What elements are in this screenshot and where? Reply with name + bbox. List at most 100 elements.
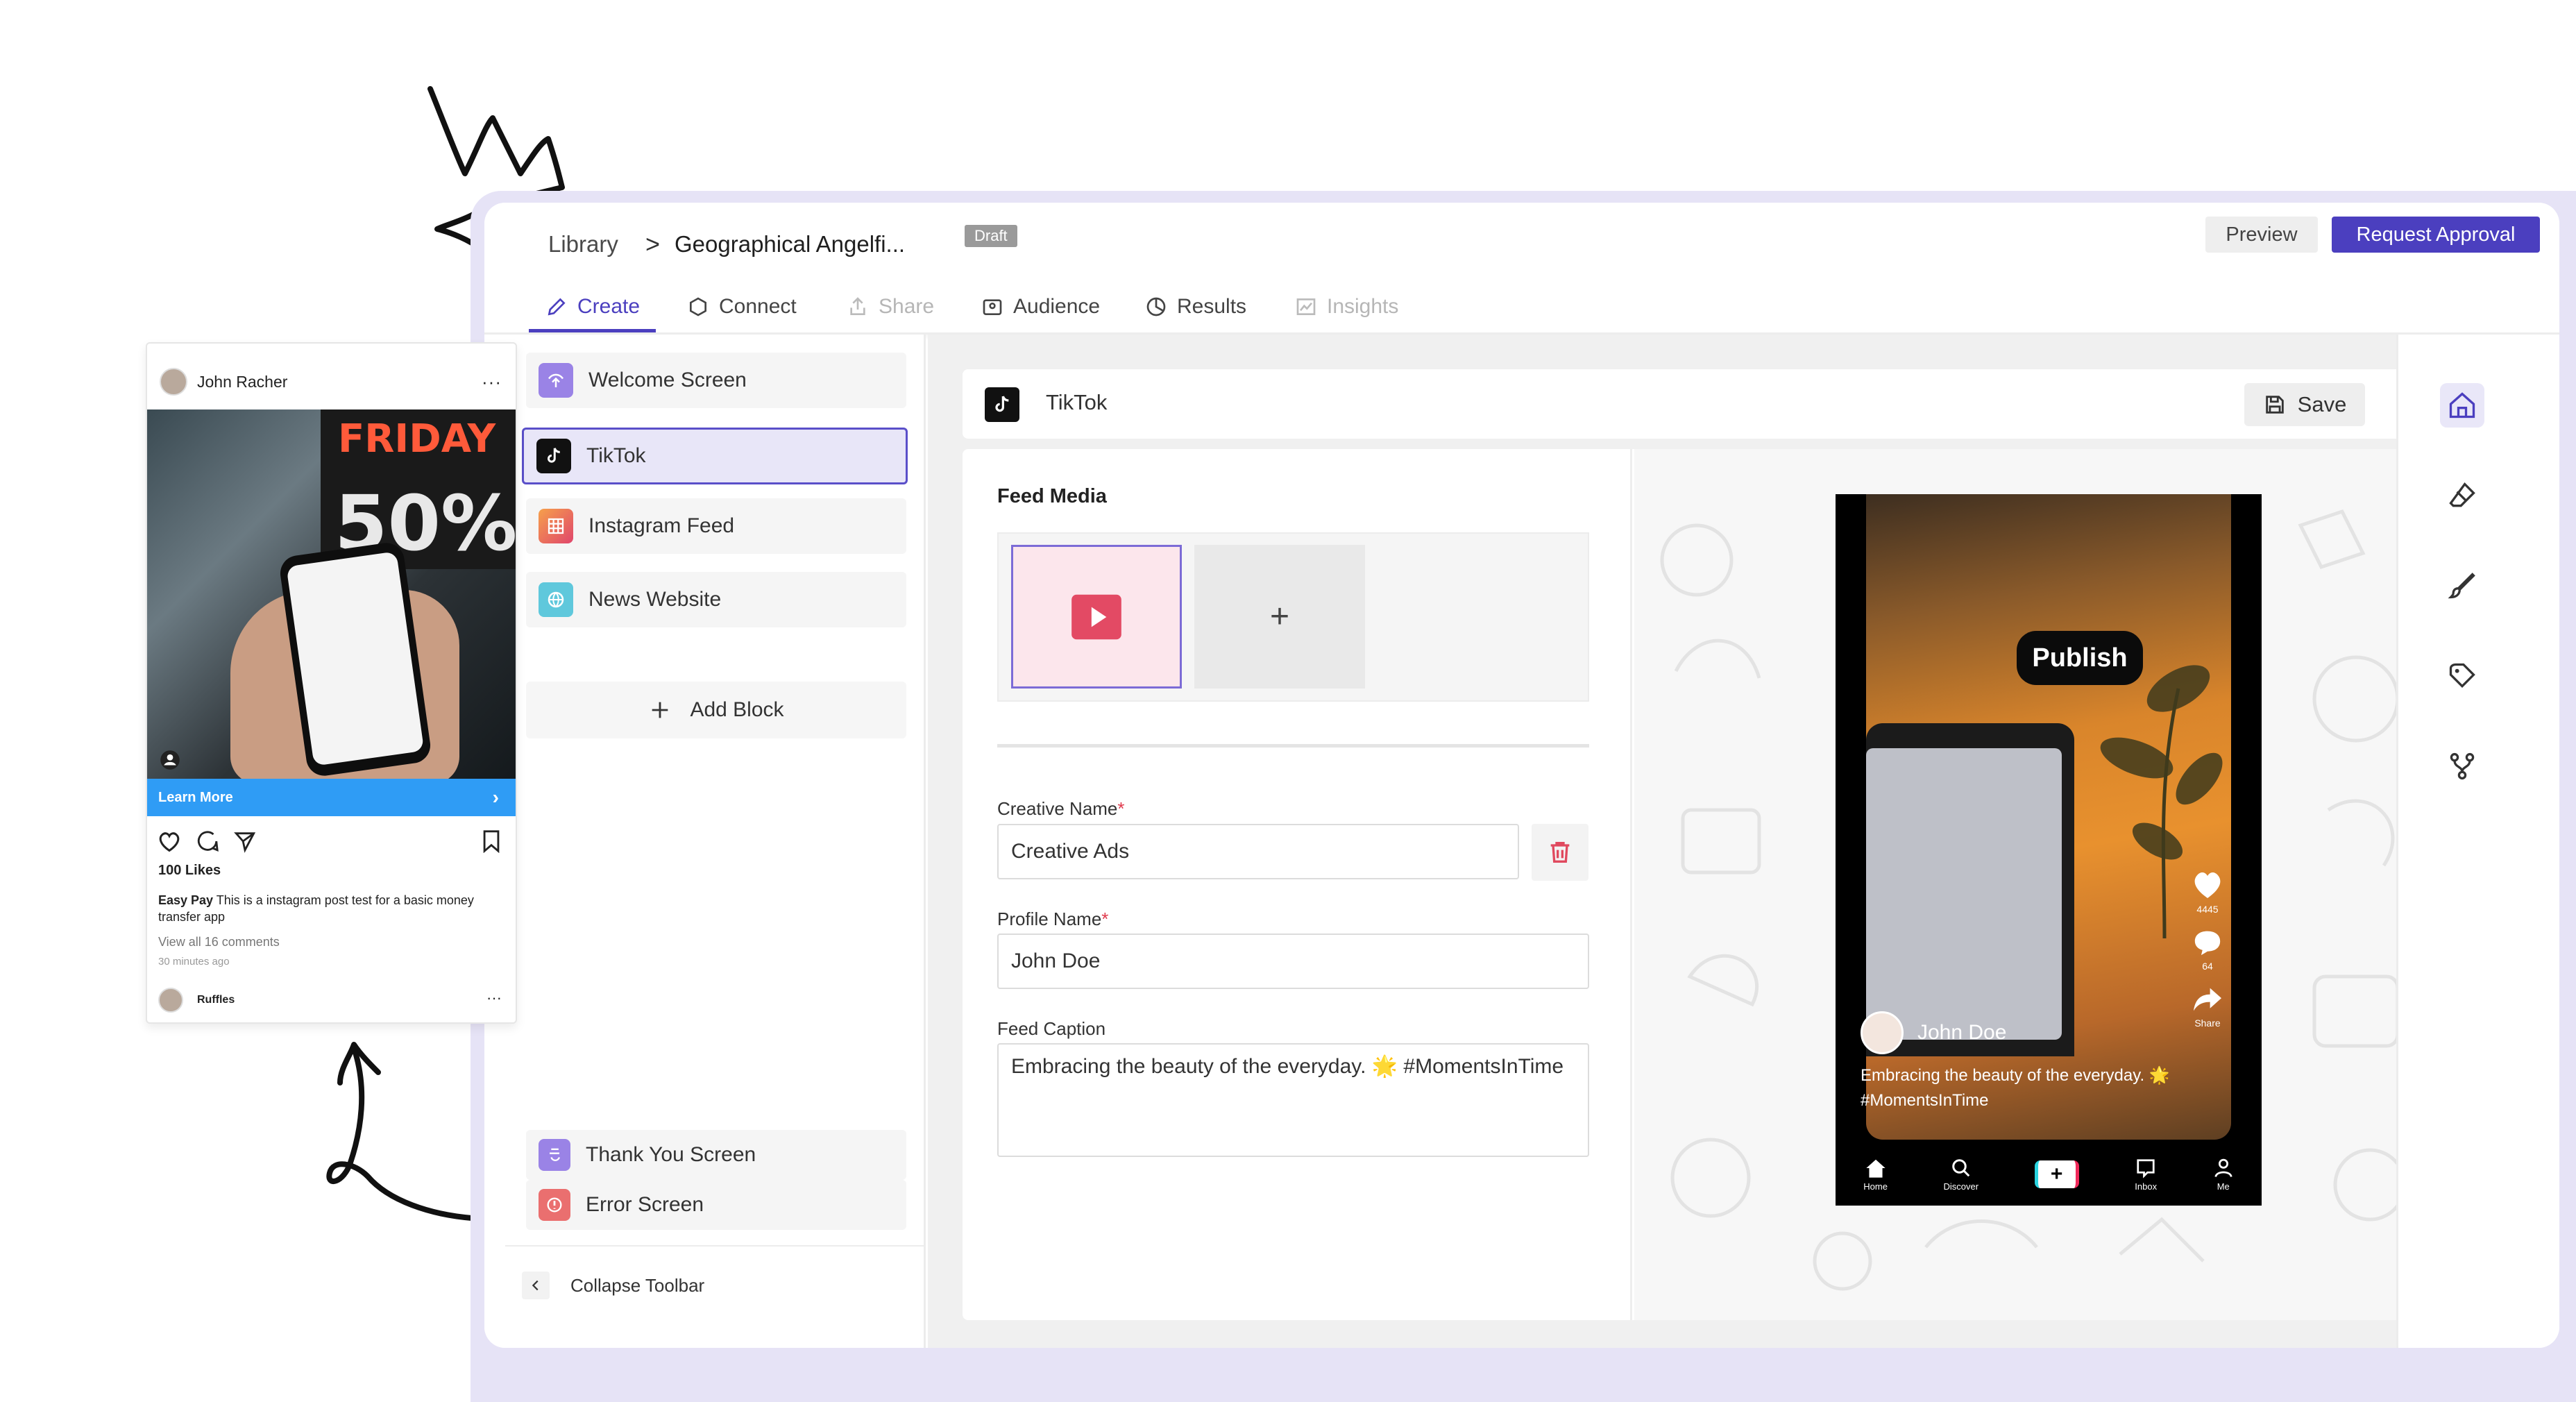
comment-icon[interactable] — [196, 829, 219, 853]
more-options-icon[interactable]: ··· — [482, 371, 502, 393]
line-chart-icon — [1296, 298, 1316, 315]
preview-button[interactable]: Preview — [2205, 217, 2318, 253]
nav-discover[interactable]: Discover — [1943, 1158, 1979, 1192]
inbox-icon — [2137, 1158, 2155, 1179]
publish-label: Publish — [2017, 631, 2143, 685]
create-post-button[interactable]: + — [2034, 1160, 2079, 1188]
comments-count: 64 — [2202, 961, 2213, 972]
creative-name-field[interactable] — [997, 824, 1519, 879]
media-thumbnail[interactable] — [1011, 545, 1182, 689]
heart-icon[interactable] — [2191, 869, 2224, 900]
share-label: Share — [2194, 1017, 2221, 1029]
profile-name-field[interactable] — [997, 934, 1589, 989]
ig-caption: Easy Pay This is a instagram post test f… — [158, 893, 474, 924]
thank-you-icon — [539, 1139, 570, 1171]
nav-label: Inbox — [2135, 1181, 2158, 1192]
likes-count: 4445 — [2196, 904, 2219, 915]
block-body: Feed Media + Creative Name* Profile Name… — [963, 449, 2433, 1320]
branch-icon[interactable] — [2440, 744, 2484, 788]
collapse-toolbar-button[interactable]: Collapse Toolbar — [522, 1265, 704, 1306]
add-block-button[interactable]: Add Block — [526, 682, 906, 738]
ig-likes-count: 100 Likes — [158, 863, 221, 878]
profile-name-label: Profile Name* — [997, 909, 1109, 929]
tiktok-bottom-nav: Home Discover + Inbox Me — [1836, 1143, 2262, 1206]
save-button[interactable]: Save — [2244, 383, 2365, 426]
sign-text-top: FRIDAY — [338, 416, 496, 462]
main-editor: TikTok Save Feed Media + Creative Name* … — [928, 335, 2433, 1348]
person-icon — [2214, 1158, 2232, 1177]
user-tag-icon — [160, 750, 180, 770]
phone-preview-area: Publish 4445 64 Share John Doe Embracing… — [1634, 449, 2433, 1320]
sidebar-item-error-screen[interactable]: Error Screen — [526, 1180, 906, 1230]
eraser-icon[interactable] — [2440, 473, 2484, 518]
sidebar: Welcome Screen TikTok Instagram Feed New… — [484, 335, 926, 1348]
breadcrumb-library[interactable]: Library — [548, 223, 618, 265]
tab-audience[interactable]: Audience — [981, 286, 1100, 328]
stage: Library > Geographical Angelfi... Draft … — [0, 0, 2576, 1402]
nav-inbox[interactable]: Inbox — [2135, 1158, 2157, 1192]
instagram-post-preview: John Racher ··· FRIDAY 50% Learn More › … — [146, 342, 517, 1024]
nav-label: Me — [2217, 1181, 2230, 1192]
sidebar-item-instagram-feed[interactable]: Instagram Feed — [526, 498, 906, 554]
feed-caption-field[interactable]: Embracing the beauty of the everyday. 🌟 … — [997, 1043, 1589, 1157]
share-arrow-icon[interactable] — [2192, 986, 2223, 1013]
laptop-screen — [1866, 748, 2062, 1040]
trash-icon — [1550, 842, 1570, 863]
welcome-icon — [539, 363, 573, 398]
share-icon — [850, 297, 865, 315]
nav-home[interactable]: Home — [1863, 1158, 1888, 1192]
more-options-icon[interactable]: ··· — [486, 989, 502, 1007]
sidebar-item-welcome-screen[interactable]: Welcome Screen — [526, 353, 906, 408]
sidebar-item-label: Error Screen — [586, 1193, 704, 1216]
ig-view-comments-link[interactable]: View all 16 comments — [158, 935, 280, 949]
learn-more-button[interactable]: Learn More › — [147, 779, 516, 816]
nav-label: Discover — [1943, 1181, 1979, 1192]
delete-button[interactable] — [1532, 824, 1588, 881]
sidebar-item-label: Instagram Feed — [588, 514, 735, 537]
media-gallery: + — [997, 532, 1589, 702]
tab-label: Audience — [1013, 295, 1101, 318]
ig-commenter: Ruffles — [197, 994, 235, 1006]
tab-create[interactable]: Create — [545, 286, 640, 328]
block-title: TikTok — [1046, 390, 1108, 414]
app-window: Library > Geographical Angelfi... Draft … — [484, 203, 2559, 1348]
pie-chart-icon — [1146, 297, 1166, 316]
nav-label: Home — [1863, 1181, 1888, 1192]
ig-post-header: John Racher — [147, 364, 516, 399]
tab-label: Insights — [1327, 295, 1399, 318]
home-icon — [1865, 1159, 1886, 1178]
brush-icon[interactable] — [2440, 564, 2484, 608]
search-icon — [1952, 1158, 1970, 1176]
block-header: TikTok Save — [963, 369, 2433, 439]
tag-icon[interactable] — [2440, 654, 2484, 698]
ig-comment-row: Ruffles — [158, 988, 235, 1013]
avatar — [158, 988, 183, 1013]
tab-insights[interactable]: Insights — [1295, 286, 1398, 328]
bookmark-icon[interactable] — [481, 829, 502, 853]
home-icon[interactable] — [2440, 383, 2484, 428]
tab-connect[interactable]: Connect — [687, 286, 797, 328]
nav-me[interactable]: Me — [2213, 1158, 2234, 1192]
sidebar-item-tiktok[interactable]: TikTok — [522, 428, 908, 484]
sidebar-item-label: News Website — [588, 588, 722, 611]
add-block-label: Add Block — [690, 698, 784, 721]
avatar — [1861, 1011, 1904, 1054]
tab-share[interactable]: Share — [847, 286, 934, 328]
chevron-left-icon — [522, 1272, 550, 1299]
sidebar-item-thank-you-screen[interactable]: Thank You Screen — [526, 1130, 906, 1180]
heart-icon[interactable] — [157, 829, 182, 853]
request-approval-button[interactable]: Request Approval — [2332, 217, 2540, 253]
add-media-button[interactable]: + — [1194, 545, 1365, 689]
tab-results[interactable]: Results — [1145, 286, 1246, 328]
tab-label: Share — [879, 295, 935, 318]
tiktok-side-actions: 4445 64 Share — [2191, 869, 2224, 1029]
save-label: Save — [2297, 392, 2347, 416]
breadcrumb-title[interactable]: Geographical Angelfi... — [675, 223, 905, 265]
tiktok-caption: Embracing the beauty of the everyday. 🌟 … — [1861, 1066, 2170, 1110]
status-badge: Draft — [965, 225, 1017, 247]
sidebar-item-news-website[interactable]: News Website — [526, 572, 906, 627]
comment-icon[interactable] — [2192, 929, 2223, 956]
ig-timestamp: 30 minutes ago — [158, 956, 230, 968]
send-icon[interactable] — [233, 829, 257, 853]
pencil-icon — [548, 298, 566, 316]
